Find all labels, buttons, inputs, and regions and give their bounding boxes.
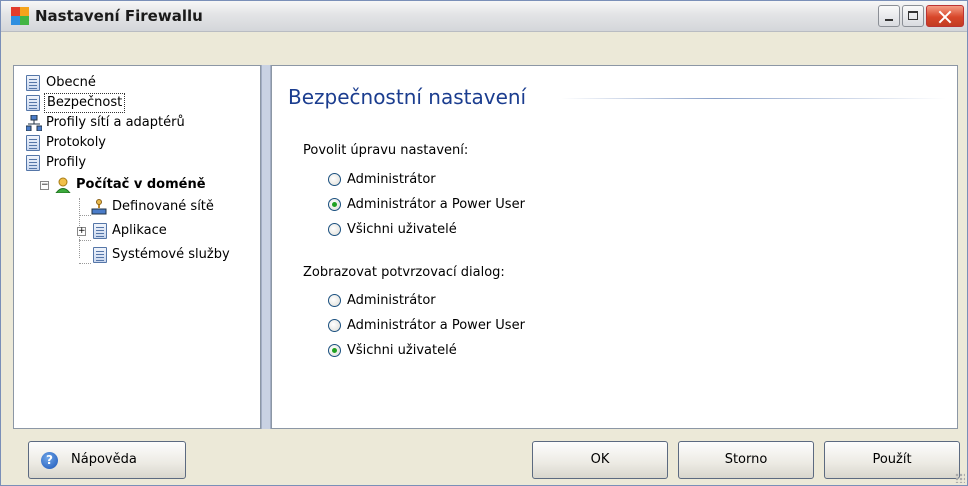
tree-item-label: Bezpečnost [44,93,126,113]
resize-grip[interactable] [955,473,965,483]
minimize-button[interactable] [878,5,900,27]
radio-button[interactable] [328,223,341,236]
panel-splitter[interactable] [261,65,271,429]
radio-label: Administrátor [347,172,436,187]
tree-item-label: Profily [46,155,87,170]
document-icon [26,75,40,91]
network-icon [26,115,42,131]
document-icon [26,95,40,111]
radio-label: Všichni uživatelé [347,222,457,237]
allow-edit-label: Povolit úpravu nastavení: [303,143,469,158]
tree-connector [79,215,91,216]
help-button[interactable]: ? Nápověda [28,441,186,479]
radio-button[interactable] [328,344,341,357]
radio-button[interactable] [328,319,341,332]
tree-item-label: Profily sítí a adaptérů [46,115,185,130]
help-icon: ? [41,452,58,469]
tree-item-label: Počítač v doméně [76,177,206,192]
document-icon [26,155,40,171]
section-title: Bezpečnostní nastavení [288,85,527,109]
network-icon [91,199,107,215]
settings-tree: Obecné Bezpečnost Profily sítí a adaptér… [13,65,261,429]
radio-label: Administrátor a Power User [347,197,525,212]
confirm-dialog-label: Zobrazovat potvrzovací dialog: [303,265,505,280]
firewall-settings-window: Nastavení Firewallu Obecné Bezpečnost Pr… [0,0,968,486]
person-icon [55,177,71,193]
title-bar[interactable]: Nastavení Firewallu [1,1,967,32]
tree-item-label: Systémové služby [112,247,230,262]
document-icon [93,247,107,263]
help-button-label: Nápověda [71,452,137,467]
tree-connector [79,263,91,264]
close-button[interactable] [926,5,964,27]
tree-item-label: Protokoly [46,135,106,150]
apply-button[interactable]: Použít [824,441,960,479]
radio-button[interactable] [328,294,341,307]
ok-button[interactable]: OK [532,441,668,479]
document-icon [26,135,40,151]
radio-button[interactable] [328,173,341,186]
radio-button[interactable] [328,198,341,211]
document-icon [93,223,107,239]
expand-toggle[interactable]: + [77,227,86,236]
tree-connector [79,240,91,241]
collapse-toggle[interactable]: − [40,181,49,190]
maximize-button[interactable] [902,5,924,27]
app-icon [11,7,29,25]
tree-item-label: Aplikace [112,223,167,238]
section-divider [561,98,946,99]
radio-label: Administrátor a Power User [347,318,525,333]
cancel-button[interactable]: Storno [678,441,814,479]
tree-item-label: Obecné [46,75,96,90]
tree-item-label: Definované sítě [112,199,214,214]
radio-label: Administrátor [347,293,436,308]
window-title: Nastavení Firewallu [35,7,203,25]
content-panel [271,65,958,429]
radio-label: Všichni uživatelé [347,343,457,358]
